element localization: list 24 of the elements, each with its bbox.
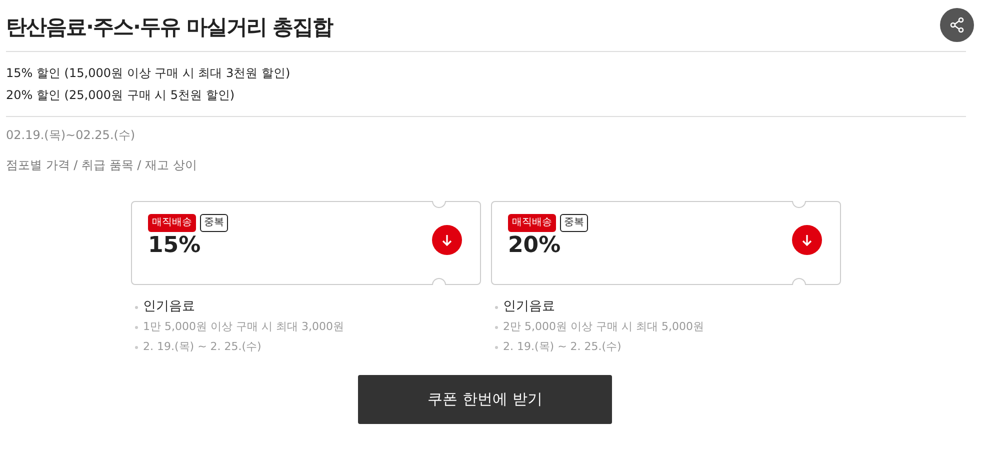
download-all-button[interactable]: 쿠폰 한번에 받기 [358,375,612,424]
discount-text: 20% 할인 (25,000원 구매 시 5천원 할인) [6,87,235,104]
discount-text: 15% 할인 (15,000원 이상 구매 시 최대 3천원 할인) [6,65,290,82]
category-text: 인기음료 [503,298,555,316]
date-text: 2. 19.(목) ~ 2. 25.(수) [143,339,262,355]
tag: 중복 [560,214,588,232]
condition-text: 2만 5,000원 이상 구매 시 최대 5,000원 [503,319,704,335]
tag: 중복 [200,214,228,232]
page-title: 탄산음료·주스·두유 마실거리 총집합 [6,14,333,41]
share-button[interactable] [940,8,974,42]
notice-text: 점포별 가격 / 취급 품목 / 재고 상이 [6,157,197,174]
down-arrow-icon [442,234,452,246]
tag: 매직배송 [148,214,196,232]
category-text: 인기음료 [143,298,195,316]
discount-value: 20% [508,232,561,260]
condition-text: 1만 5,000원 이상 구매 시 최대 3,000원 [143,319,344,335]
share-icon [948,16,966,34]
date-text: 2. 19.(목) ~ 2. 25.(수) [503,339,622,355]
down-arrow-icon [802,234,812,246]
tag: 매직배송 [508,214,556,232]
download-button[interactable] [792,225,822,255]
discount-value: 15% [148,232,201,260]
download-button[interactable] [432,225,462,255]
period-text: 02.19.(목)~02.25.(수) [6,127,136,144]
